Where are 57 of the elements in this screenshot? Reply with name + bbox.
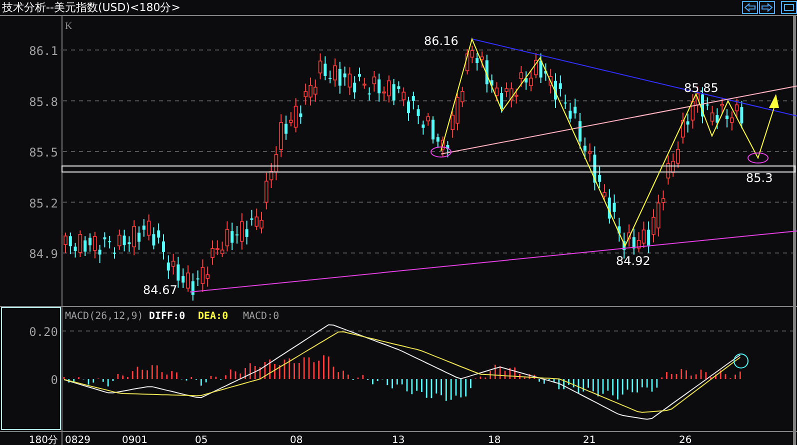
axis-label: 85.8: [29, 94, 58, 109]
candlestick: [407, 96, 410, 122]
candlestick: [138, 226, 140, 250]
candlestick: [108, 235, 112, 249]
highlight-ellipse: [430, 146, 452, 158]
candlestick: [416, 104, 420, 125]
highlight-circle: [734, 354, 748, 368]
candlestick: [432, 116, 434, 144]
indicator-legend: DIFF:0: [149, 311, 186, 322]
window-title: 技术分析--美元指数(USD)<180分>: [1, 0, 180, 15]
candlestick: [88, 232, 92, 252]
axis-label: 86.1: [29, 44, 58, 58]
right-arrow-icon[interactable]: [759, 1, 775, 14]
chart-type-label: K: [65, 21, 72, 32]
candlestick: [157, 222, 160, 244]
axis-label: 0829: [65, 435, 90, 445]
left-arrow-icon[interactable]: [742, 1, 758, 14]
price-annotation: 84.92: [616, 254, 650, 268]
axis-label: 0: [50, 373, 58, 387]
period-label: 180分: [28, 435, 58, 445]
price-annotation: 86.16: [424, 34, 458, 48]
candlestick: [113, 246, 116, 260]
candlestick: [618, 217, 621, 242]
price-annotation: 85.85: [684, 81, 718, 95]
price-annotation: 84.67: [143, 283, 178, 297]
indicator-legend: DEA:0: [198, 311, 228, 322]
candlestick: [284, 115, 288, 140]
candlestick: [162, 234, 165, 260]
axis-label: 05: [195, 435, 208, 445]
candlestick: [578, 112, 582, 150]
candlestick: [726, 108, 728, 128]
candlestick: [612, 194, 616, 220]
highlight-ellipse: [748, 152, 768, 164]
axis-label: 26: [679, 435, 692, 445]
candlestick: [358, 67, 361, 82]
indicator-legend: MACD(26,12,9): [65, 311, 144, 322]
axis-label: 85.2: [29, 196, 58, 210]
price-annotation: 85.3: [746, 171, 773, 185]
candlestick: [574, 98, 577, 120]
axis-label: 85.5: [29, 146, 58, 160]
axis-label: 13: [392, 435, 405, 445]
candlestick: [236, 225, 238, 244]
candlestick: [558, 74, 562, 97]
indicator-legend: MACD:0: [243, 311, 280, 322]
axis-label: 21: [583, 435, 596, 445]
candlestick: [554, 72, 557, 108]
candlestick: [103, 232, 106, 248]
candlestick: [412, 91, 415, 110]
candlestick: [568, 102, 572, 123]
arrow-head-icon: [769, 94, 779, 108]
maximize-icon[interactable]: [781, 1, 797, 14]
axis-label: 84.9: [29, 247, 58, 261]
candlestick: [564, 94, 567, 110]
axis-label: 08: [290, 435, 303, 445]
axis-label: 0901: [122, 435, 148, 445]
axis-label: 18: [488, 435, 501, 445]
axis-label: 0.20: [29, 325, 58, 339]
